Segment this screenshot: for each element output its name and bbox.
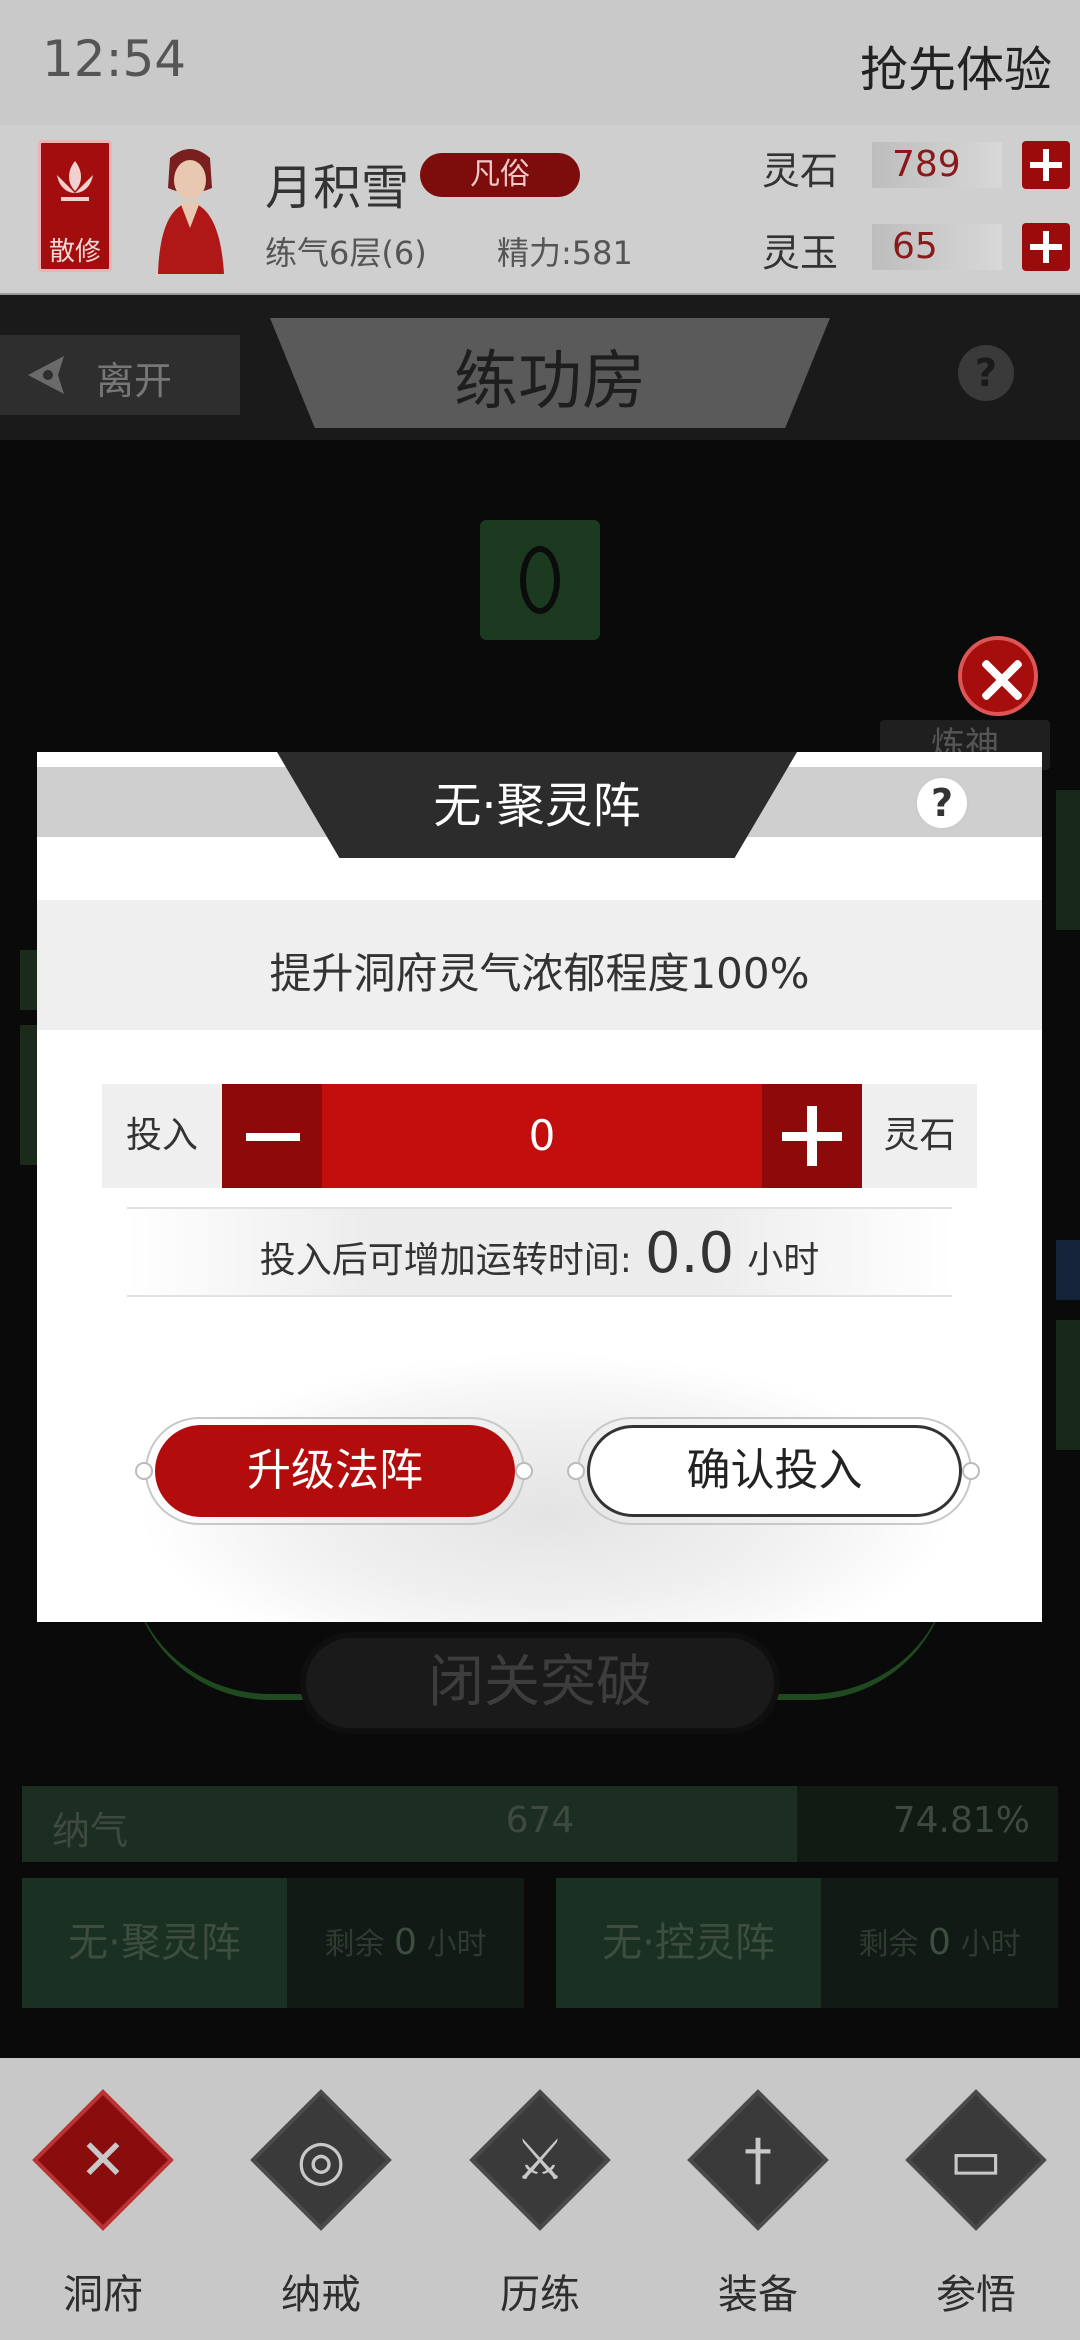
stepper-control: 0: [222, 1084, 862, 1188]
side-strip: [1056, 1320, 1080, 1450]
cultivation-level: 练气6层(6): [265, 234, 427, 272]
array-remaining: 剩余 0 小时: [324, 1922, 487, 1963]
back-arrow-icon: [28, 356, 64, 394]
spirit-jade-value: 65: [872, 224, 1002, 270]
cross-icon: ✕: [79, 2128, 127, 2193]
spirit-jade-label: 灵玉: [762, 231, 839, 275]
ring-icon: ◎: [296, 2128, 346, 2193]
frame-dot: [135, 1462, 153, 1480]
nav-label: 洞府: [63, 2272, 143, 2318]
sword-icon: †: [744, 2128, 772, 2193]
nav-item-cave[interactable]: ✕ 洞府: [18, 2089, 188, 2320]
spirit-stone-label: 灵石: [762, 149, 839, 193]
sect-label: 散修: [48, 237, 101, 267]
nav-item-enlightenment[interactable]: ▭ 参悟: [891, 2089, 1061, 2320]
side-strip: [20, 1025, 38, 1165]
nav-item-equipment[interactable]: † 装备: [673, 2089, 843, 2320]
early-access-label: 抢先体验: [859, 42, 1052, 98]
seclusion-breakthrough-label: 闭关突破: [428, 1650, 652, 1715]
nav-label: 装备: [718, 2272, 798, 2318]
add-spirit-jade-button[interactable]: [1022, 223, 1070, 271]
page-title: 练功房: [454, 345, 646, 419]
energy-value: 精力:581: [497, 234, 633, 272]
help-icon[interactable]: ?: [915, 776, 969, 830]
frame-dot: [567, 1462, 585, 1480]
close-icon[interactable]: [958, 636, 1038, 716]
currency-label: 灵石: [883, 1115, 956, 1156]
control-array-card[interactable]: 无·控灵阵 剩余 0 小时: [556, 1878, 1058, 2008]
nav-label: 参悟: [936, 2272, 1016, 2318]
description-text: 提升洞府灵气浓郁程度100%: [269, 949, 810, 998]
side-strip: [1056, 790, 1080, 930]
invest-stepper: 投入 0 灵石: [102, 1084, 977, 1188]
dialog-title: 无·聚灵阵: [433, 778, 641, 834]
eye-icon[interactable]: [480, 520, 600, 640]
side-strip: [1056, 1240, 1080, 1300]
lotus-icon: [57, 161, 93, 201]
sect-badge[interactable]: 散修: [38, 140, 112, 272]
array-remaining: 剩余 0 小时: [858, 1922, 1021, 1963]
array-name: 无·控灵阵: [556, 1878, 821, 2008]
leave-label[interactable]: 离开: [96, 350, 172, 405]
avatar[interactable]: [140, 138, 240, 274]
description-bar: 提升洞府灵气浓郁程度100%: [37, 900, 1042, 1030]
status-time: 12:54: [42, 30, 187, 88]
nav-label: 历练: [500, 2272, 580, 2318]
decrease-button[interactable]: [222, 1084, 322, 1188]
add-spirit-stone-button[interactable]: [1022, 141, 1070, 189]
qi-progress-bar: 纳气 674 74.81%: [22, 1786, 1058, 1862]
invest-amount[interactable]: 0: [322, 1084, 762, 1188]
help-icon[interactable]: ?: [958, 345, 1014, 401]
increase-button[interactable]: [762, 1084, 862, 1188]
player-name: 月积雪: [265, 160, 410, 216]
array-name: 无·聚灵阵: [22, 1878, 287, 2008]
rank-badge: 凡俗: [420, 153, 580, 197]
gather-array-card[interactable]: 无·聚灵阵 剩余 0 小时: [22, 1878, 524, 2008]
spirit-stone-value: 789: [872, 142, 1002, 188]
frame-dot: [515, 1462, 533, 1480]
runtime-value: 0.0: [645, 1221, 735, 1286]
invest-label: 投入: [125, 1115, 198, 1156]
qi-percent: 74.81%: [892, 1800, 1030, 1841]
crossed-swords-icon: ⚔: [514, 2128, 566, 2193]
runtime-unit: 小时: [747, 1240, 820, 1281]
seclusion-breakthrough-button[interactable]: 闭关突破: [300, 1632, 780, 1734]
gather-array-dialog: 无·聚灵阵 ? 提升洞府灵气浓郁程度100% 投入 0 灵石 投入后可增加运转时…: [37, 752, 1042, 1622]
confirm-invest-button[interactable]: 确认投入: [587, 1425, 962, 1517]
book-icon: ▭: [949, 2128, 1003, 2193]
nav-label: 纳戒: [281, 2272, 361, 2318]
runtime-label: 投入后可增加运转时间:: [259, 1240, 632, 1281]
nav-item-ring[interactable]: ◎ 纳戒: [236, 2089, 406, 2320]
upgrade-array-button[interactable]: 升级法阵: [155, 1425, 515, 1517]
side-strip: [20, 950, 38, 1010]
nav-item-training[interactable]: ⚔ 历练: [455, 2089, 625, 2320]
frame-dot: [962, 1462, 980, 1480]
runtime-info: 投入后可增加运转时间: 0.0 小时: [127, 1207, 952, 1297]
